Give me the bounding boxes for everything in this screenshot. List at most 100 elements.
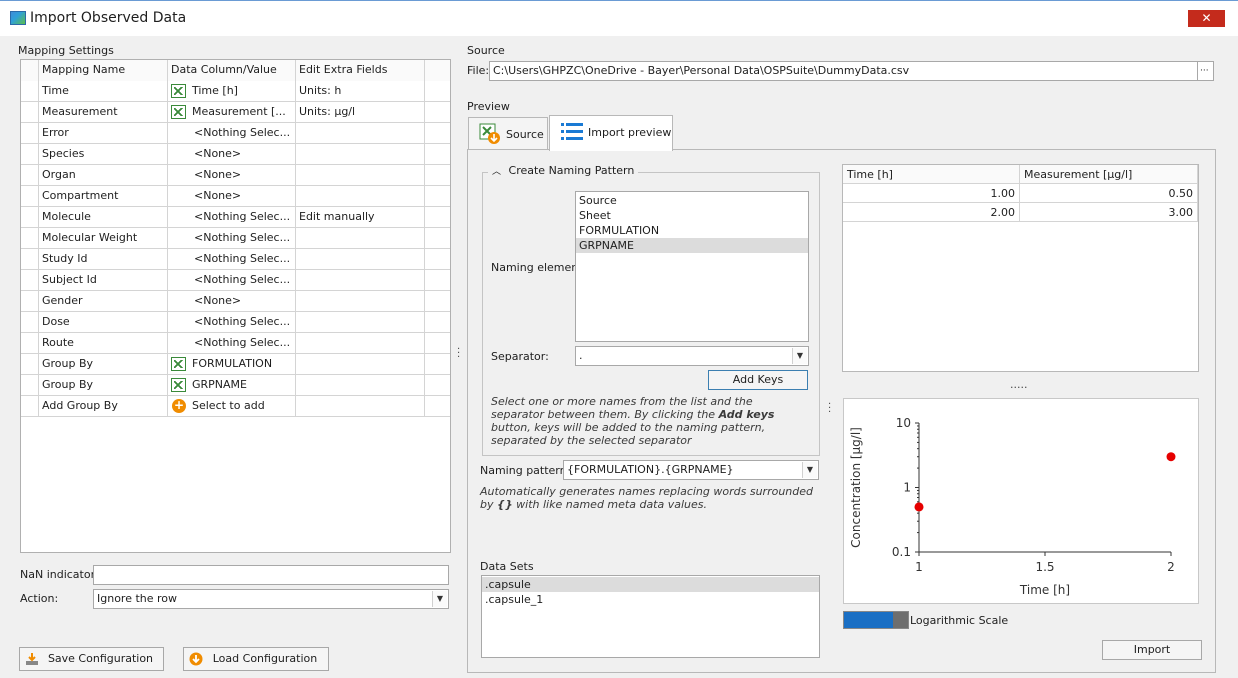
chevron-up-icon[interactable]: ︿ xyxy=(492,167,501,177)
table-row[interactable]: Study Id<Nothing Selec...▼✕ xyxy=(21,249,450,270)
separator-select[interactable]: . ▼ xyxy=(575,346,809,366)
data-column-cell[interactable]: GRPNAME▼ xyxy=(168,375,296,396)
table-header-cell[interactable]: Time [h] xyxy=(843,165,1020,184)
tab-source[interactable]: Source xyxy=(468,117,548,150)
table-row[interactable]: Molecular Weight<Nothing Selec...▼✕ xyxy=(21,228,450,249)
extra-fields-cell[interactable] xyxy=(296,375,425,396)
table-row[interactable]: Route<Nothing Selec...▼✕ xyxy=(21,333,450,354)
chevron-down-icon[interactable]: ▼ xyxy=(802,462,817,478)
row-indicator[interactable] xyxy=(21,207,39,228)
naming-pattern-select[interactable]: {FORMULATION}.{GRPNAME} ▼ xyxy=(563,460,819,480)
chevron-down-icon[interactable]: ▼ xyxy=(432,591,447,607)
table-row[interactable]: Group ByGRPNAME▼✕ xyxy=(21,375,450,396)
table-row[interactable]: Error<Nothing Selec...▼✕ xyxy=(21,123,450,144)
data-column-cell[interactable]: <Nothing Selec...▼ xyxy=(168,123,296,144)
extra-fields-cell[interactable] xyxy=(296,186,425,207)
header-extra-fields[interactable]: Edit Extra Fields xyxy=(296,60,425,81)
data-set-item[interactable]: .capsule xyxy=(482,577,819,592)
extra-fields-cell[interactable] xyxy=(296,228,425,249)
table-chart-splitter[interactable]: ..... xyxy=(1010,378,1027,391)
extra-fields-cell[interactable] xyxy=(296,144,425,165)
import-button[interactable]: Import xyxy=(1102,640,1202,660)
extra-fields-cell[interactable] xyxy=(296,165,425,186)
add-keys-button[interactable]: Add Keys xyxy=(708,370,808,390)
extra-fields-cell[interactable]: Units: µg/l xyxy=(296,102,425,123)
extra-fields-cell[interactable] xyxy=(296,312,425,333)
table-row[interactable]: Compartment<None>▼✕ xyxy=(21,186,450,207)
data-column-cell[interactable]: <Nothing Selec...▼ xyxy=(168,333,296,354)
table-row[interactable]: Species<None>▼✕ xyxy=(21,144,450,165)
data-column-cell[interactable]: Time [h]▼ xyxy=(168,81,296,102)
data-column-cell[interactable]: FORMULATION▼ xyxy=(168,354,296,375)
extra-fields-cell[interactable] xyxy=(296,396,425,417)
naming-element-list[interactable]: Source Sheet FORMULATION GRPNAME xyxy=(575,191,809,342)
header-data-column[interactable]: Data Column/Value xyxy=(168,60,296,81)
table-row[interactable]: Organ<None>▼✕ xyxy=(21,165,450,186)
data-column-cell[interactable]: <Nothing Selec...▼ xyxy=(168,228,296,249)
preview-splitter[interactable]: · · · xyxy=(828,400,831,418)
header-mapping-name[interactable]: Mapping Name xyxy=(39,60,168,81)
table-header-cell[interactable]: Measurement [µg/l] xyxy=(1020,165,1198,184)
row-indicator[interactable] xyxy=(21,312,39,333)
extra-fields-cell[interactable]: Edit manually xyxy=(296,207,425,228)
data-set-item[interactable]: .capsule_1 xyxy=(482,592,819,607)
data-column-cell[interactable]: <None>▼ xyxy=(168,165,296,186)
table-row[interactable]: TimeTime [h]▼Units: h✕ xyxy=(21,81,450,102)
row-indicator[interactable] xyxy=(21,291,39,312)
extra-fields-cell[interactable] xyxy=(296,249,425,270)
table-row[interactable]: Group ByFORMULATION▼✕ xyxy=(21,354,450,375)
file-path-input[interactable]: C:\Users\GHPZC\OneDrive - Bayer\Personal… xyxy=(489,61,1198,81)
row-indicator[interactable] xyxy=(21,144,39,165)
data-column-cell[interactable]: <None>▼ xyxy=(168,144,296,165)
data-column-cell[interactable]: <Nothing Selec...▼ xyxy=(168,207,296,228)
extra-fields-cell[interactable]: Units: h xyxy=(296,81,425,102)
load-configuration-button[interactable]: Load Configuration xyxy=(183,647,329,671)
vertical-splitter[interactable]: · · · xyxy=(457,345,460,363)
row-indicator[interactable] xyxy=(21,123,39,144)
data-column-cell[interactable]: <Nothing Selec...▼ xyxy=(168,249,296,270)
data-column-cell[interactable]: +Select to add▼ xyxy=(168,396,296,417)
close-button[interactable]: ✕ xyxy=(1188,10,1225,27)
data-column-cell[interactable]: <None>▼ xyxy=(168,186,296,207)
table-row[interactable]: Subject Id<Nothing Selec...▼✕ xyxy=(21,270,450,291)
table-row[interactable]: MeasurementMeasurement [...▼Units: µg/l✕ xyxy=(21,102,450,123)
naming-element-item[interactable]: GRPNAME xyxy=(576,238,808,253)
tab-import-preview[interactable]: Import preview xyxy=(549,115,673,151)
naming-element-item[interactable]: Sheet xyxy=(576,208,808,223)
row-indicator[interactable] xyxy=(21,228,39,249)
row-indicator[interactable] xyxy=(21,333,39,354)
row-indicator[interactable] xyxy=(21,249,39,270)
extra-fields-cell[interactable] xyxy=(296,333,425,354)
row-indicator[interactable] xyxy=(21,270,39,291)
data-column-cell[interactable]: <None>▼ xyxy=(168,291,296,312)
chevron-down-icon[interactable]: ▼ xyxy=(792,348,807,364)
extra-fields-cell[interactable] xyxy=(296,270,425,291)
toggle-thumb[interactable] xyxy=(893,612,908,628)
log-scale-toggle[interactable] xyxy=(843,611,909,629)
row-indicator[interactable] xyxy=(21,165,39,186)
row-indicator[interactable] xyxy=(21,354,39,375)
extra-fields-cell[interactable] xyxy=(296,354,425,375)
table-row[interactable]: Dose<Nothing Selec...▼✕ xyxy=(21,312,450,333)
data-column-cell[interactable]: Measurement [...▼ xyxy=(168,102,296,123)
naming-element-item[interactable]: FORMULATION xyxy=(576,223,808,238)
table-row[interactable]: Molecule<Nothing Selec...▼Edit manually✕ xyxy=(21,207,450,228)
data-column-cell[interactable]: <Nothing Selec...▼ xyxy=(168,312,296,333)
extra-fields-cell[interactable] xyxy=(296,123,425,144)
action-select[interactable]: Ignore the row ▼ xyxy=(93,589,449,609)
data-sets-list[interactable]: .capsule .capsule_1 xyxy=(481,575,820,658)
save-configuration-button[interactable]: Save Configuration xyxy=(19,647,164,671)
row-indicator[interactable] xyxy=(21,396,39,417)
naming-pattern-header[interactable]: ︿ Create Naming Pattern xyxy=(488,164,639,177)
browse-button[interactable]: ··· xyxy=(1197,61,1214,81)
row-indicator[interactable] xyxy=(21,102,39,123)
data-column-cell[interactable]: <Nothing Selec...▼ xyxy=(168,270,296,291)
row-indicator[interactable] xyxy=(21,375,39,396)
row-indicator[interactable] xyxy=(21,186,39,207)
naming-element-item[interactable]: Source xyxy=(576,193,808,208)
nan-indicator-input[interactable] xyxy=(93,565,449,585)
table-row[interactable]: Add Group By+Select to add▼✕ xyxy=(21,396,450,417)
row-indicator[interactable] xyxy=(21,81,39,102)
extra-fields-cell[interactable] xyxy=(296,291,425,312)
table-row[interactable]: Gender<None>▼✕ xyxy=(21,291,450,312)
